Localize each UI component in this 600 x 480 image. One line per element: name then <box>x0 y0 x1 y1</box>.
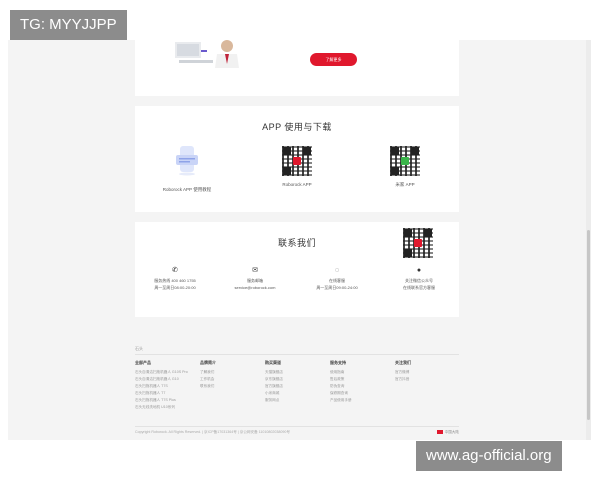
contact-hotline-hours: 周一至周日08:00-20:00 <box>154 285 196 290</box>
phone-tutorial-icon <box>176 146 198 176</box>
footer-column-title: 关注我们 <box>395 360 411 365</box>
contact-wechat-detail: 在线联系官方客服 <box>403 285 435 290</box>
footer-column-support: 服务支持 使用指南 售后政策 防伪查询 保修期查询 产品使用手册 <box>330 360 390 404</box>
app-section-title: APP 使用与下载 <box>262 122 332 132</box>
learn-more-button[interactable]: 了解更多 <box>310 53 357 66</box>
footer-link[interactable]: 了解我们 <box>200 369 260 376</box>
footer-link[interactable]: 工作机会 <box>200 376 260 383</box>
footer-link[interactable]: 保修期查询 <box>330 390 390 397</box>
app-tutorial-label: Roborock APP 使用教程 <box>162 187 212 192</box>
footer-column-title: 品牌简介 <box>200 360 216 365</box>
contact-email-title: 服务邮箱 <box>247 278 263 283</box>
region-label: 中国大陆 <box>444 430 459 434</box>
footer-link[interactable]: 石头自清洁扫拖机器人 G10 <box>135 376 195 383</box>
footer-link[interactable]: 产品使用手册 <box>330 397 390 404</box>
footer-divider <box>135 426 459 427</box>
footer-link[interactable]: 石头扫拖机器人 T7 <box>135 390 195 397</box>
china-flag-icon <box>436 430 443 435</box>
footer-column-title: 服务支持 <box>330 360 346 365</box>
roborock-app-item[interactable]: Roborock APP <box>247 146 347 187</box>
scrollbar-thumb[interactable] <box>587 230 590 420</box>
footer-link[interactable]: 官方抖音 <box>395 376 455 383</box>
roborock-logo-icon <box>293 157 301 165</box>
site-footer: 石头 全部产品 石头自清洁扫拖机器人 G10S Pro 石头自清洁扫拖机器人 G… <box>135 340 459 440</box>
footer-logo[interactable]: 石头 <box>135 346 143 352</box>
footer-link[interactable]: 京东旗舰店 <box>265 376 325 383</box>
copyright-text: Copyright Roborock. All Rights Reserved.… <box>135 430 291 434</box>
contact-online-hours: 周一至周日09:00-24:00 <box>316 285 358 290</box>
footer-link[interactable]: 天猫旗舰店 <box>265 369 325 376</box>
footer-link[interactable]: 石头自清洁扫拖机器人 G10S Pro <box>135 369 195 376</box>
footer-divider <box>135 354 459 355</box>
roborock-app-qr-code <box>282 146 312 176</box>
region-selector[interactable]: 中国大陆 <box>436 430 459 435</box>
footer-column-channels: 购买渠道 天猫旗舰店 京东旗舰店 官方旗舰店 小米商城 服务网点 <box>265 360 325 404</box>
mijia-app-qr-code <box>390 146 420 176</box>
wechat-qr-code <box>403 228 433 258</box>
roborock-logo-icon <box>414 239 422 247</box>
contact-online-service[interactable]: ◌ 在线客服 周一至周日09:00-24:00 <box>297 266 377 291</box>
roborock-app-label: Roborock APP <box>282 182 312 187</box>
vertical-scrollbar[interactable] <box>586 40 591 440</box>
contact-hotline[interactable]: ✆ 服务热线 400 460 1755 周一至周日08:00-20:00 <box>135 266 215 291</box>
mail-icon: ✉ <box>252 267 258 274</box>
service-agent-illustration <box>175 40 239 68</box>
footer-link[interactable]: 石头无线洗地机 U10系列 <box>135 404 195 411</box>
footer-link[interactable]: 防伪查询 <box>330 383 390 390</box>
contact-email-address: service@roborock.com <box>234 285 276 290</box>
footer-link[interactable]: 联系我们 <box>200 383 260 390</box>
footer-column-products: 全部产品 石头自清洁扫拖机器人 G10S Pro 石头自清洁扫拖机器人 G10 … <box>135 360 195 411</box>
chat-icon: ◌ <box>334 267 340 274</box>
footer-link[interactable]: 石头扫拖机器人 T7S Plus <box>135 397 195 404</box>
mijia-app-label: 米家 APP <box>395 182 415 187</box>
footer-link[interactable]: 售后政策 <box>330 376 390 383</box>
mijia-app-item[interactable]: 米家 APP <box>355 146 455 188</box>
footer-column-brand: 品牌简介 了解我们 工作机会 联系我们 <box>200 360 260 390</box>
contact-hotline-title: 服务热线 400 460 1755 <box>154 278 196 283</box>
hero-banner-card: 了解更多 <box>135 40 459 96</box>
mijia-logo-icon <box>401 157 409 165</box>
watermark-bottom: www.ag-official.org <box>416 441 562 471</box>
footer-column-title: 全部产品 <box>135 360 151 365</box>
footer-link[interactable]: 石头扫拖机器人 T7S <box>135 383 195 390</box>
app-download-section: APP 使用与下载 Roborock APP 使用教程 Roborock APP… <box>135 106 459 212</box>
app-tutorial-item[interactable]: Roborock APP 使用教程 <box>137 146 237 193</box>
footer-link[interactable]: 官方旗舰店 <box>265 383 325 390</box>
wechat-icon: ● <box>416 267 422 274</box>
watermark-top: TG: MYYJJPP <box>10 10 127 40</box>
contact-email[interactable]: ✉ 服务邮箱 service@roborock.com <box>215 266 295 290</box>
contact-online-title: 在线客服 <box>329 278 345 283</box>
footer-link[interactable]: 服务网点 <box>265 397 325 404</box>
page-viewport: 了解更多 APP 使用与下载 Roborock APP 使用教程 Roboroc… <box>8 40 591 440</box>
phone-icon: ✆ <box>172 267 178 274</box>
footer-link[interactable]: 小米商城 <box>265 390 325 397</box>
footer-column-follow: 关注我们 官方微博 官方抖音 <box>395 360 455 383</box>
footer-link[interactable]: 官方微博 <box>395 369 455 376</box>
footer-column-title: 购买渠道 <box>265 360 281 365</box>
contact-wechat-title: 关注微信公众号 <box>405 278 433 283</box>
contact-section: 联系我们 ✆ 服务热线 400 460 1755 周一至周日08:00-20:0… <box>135 222 459 317</box>
contact-wechat[interactable]: ● 关注微信公众号 在线联系官方客服 <box>379 266 459 291</box>
footer-link[interactable]: 使用指南 <box>330 369 390 376</box>
